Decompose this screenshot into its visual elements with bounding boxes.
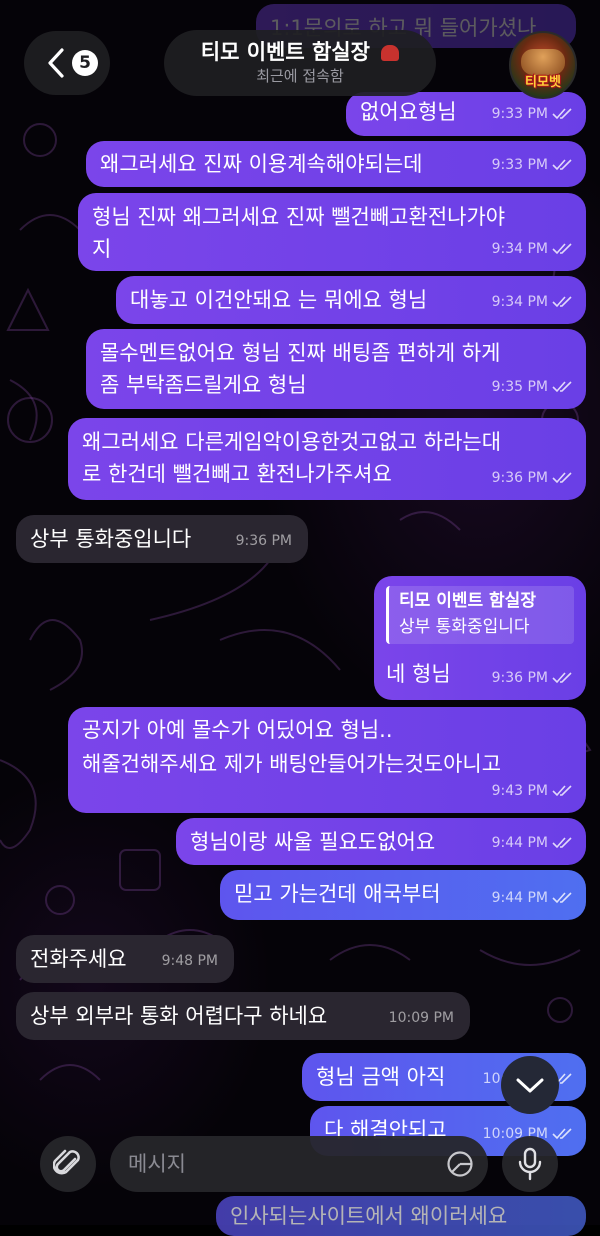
back-chevron-icon [48,48,64,78]
message-time: 9:36 PM [491,670,548,686]
message-meta: 10:09 PM [389,1002,454,1034]
message-meta: 9:44 PM [492,882,574,914]
message-meta: 9:33 PM [492,149,574,181]
message-bubble-incoming[interactable]: 전화주세요 9:48 PM [16,935,234,983]
message-meta: 9:48 PM [162,945,218,977]
message-time: 9:44 PM [491,890,548,906]
message-meta: 9:43 PM [492,775,574,807]
read-ticks-icon [552,1128,572,1140]
message-time: 9:34 PM [491,241,548,257]
message-time: 9:48 PM [161,953,218,969]
message-bubble-outgoing[interactable]: 없어요형님 9:33 PM [346,92,586,136]
message-meta: 9:35 PM [492,371,574,403]
reply-quote[interactable]: 티모 이벤트 함실장 상부 통화중입니다 [386,586,574,644]
voice-record-button[interactable] [502,1136,558,1192]
message-bubble-incoming[interactable]: 상부 통화중입니다 9:36 PM [16,515,308,563]
avatar-logo-text: 티모벳 [525,75,561,90]
read-ticks-icon [552,159,572,171]
message-time: 10:09 PM [388,1010,454,1026]
message-text: 인사되는사이트에서 왜이러세요 [230,1204,508,1228]
read-ticks-icon [552,243,572,255]
chat-status: 최근에 접속함 [256,67,344,85]
message-time: 9:34 PM [491,294,548,310]
message-bubble-outgoing[interactable]: 믿고 가는건데 애국부터 9:44 PM [220,870,586,920]
message-time: 9:35 PM [491,379,548,395]
read-ticks-icon [552,381,572,393]
message-time: 9:33 PM [491,106,548,122]
read-ticks-icon [552,672,572,684]
message-time: 9:43 PM [491,783,548,799]
avatar[interactable]: 티모벳 [509,31,577,99]
message-input[interactable]: 메시지 [110,1136,488,1192]
chat-title-pill[interactable]: 티모 이벤트 함실장 최근에 접속함 [164,30,436,96]
message-meta: 9:36 PM [236,525,292,557]
attach-paperclip-icon [53,1149,80,1175]
unread-count-badge: 5 [72,50,98,76]
message-meta: 9:44 PM [492,827,574,859]
sticker-icon[interactable] [446,1150,474,1178]
message-bubble-outgoing[interactable]: 공지가 아예 몰수가 어딨어요 형님.. 해줄건해주세요 제가 배팅안들어가는것… [68,707,586,813]
read-ticks-icon [552,837,572,849]
message-meta: 9:34 PM [492,233,574,265]
hat-emoji-icon [381,45,400,61]
message-bubble-outgoing[interactable]: 왜그러세요 진짜 이용계속해야되는데 9:33 PM [86,141,586,187]
quote-author: 티모 이벤트 함실장 [399,591,536,611]
message-meta: 9:36 PM [492,662,574,694]
message-time: 9:36 PM [491,470,548,486]
chat-title: 티모 이벤트 함실장 [164,38,436,66]
message-bubble-outgoing[interactable]: 형님 진짜 왜그러세요 진짜 뺄건빼고환전나가야 지 9:34 PM [78,193,586,271]
read-ticks-icon [552,472,572,484]
message-bubble-incoming[interactable]: 상부 외부라 통화 어렵다구 하네요 10:09 PM [16,992,470,1040]
read-ticks-icon [552,108,572,120]
read-ticks-icon [552,296,572,308]
message-bubble-outgoing[interactable]: 인사되는사이트에서 왜이러세요 [216,1196,586,1236]
back-button[interactable]: 5 [24,31,110,95]
message-meta: 9:34 PM [492,286,574,318]
message-bubble-reply[interactable]: 티모 이벤트 함실장 상부 통화중입니다 네 형님 9:36 PM [374,576,586,700]
scroll-down-button[interactable] [501,1056,559,1114]
message-meta: 9:33 PM [492,98,574,130]
read-ticks-icon [552,892,572,904]
microphone-icon [518,1147,542,1181]
attach-button[interactable] [40,1136,96,1192]
message-input-placeholder: 메시지 [128,1152,186,1176]
message-text: 공지가 아예 몰수가 어딨어요 형님.. 해줄건해주세요 제가 배팅안들어가는것… [82,718,502,776]
message-time: 9:44 PM [491,835,548,851]
read-ticks-icon [552,785,572,797]
message-bubble-outgoing[interactable]: 몰수멘트없어요 형님 진짜 배팅좀 편하게 하게 좀 부탁좀드릴게요 형님 9:… [86,329,586,409]
message-time: 9:33 PM [491,157,548,173]
chat-title-text: 티모 이벤트 함실장 [200,40,370,64]
message-bubble-outgoing[interactable]: 대놓고 이건안돼요 는 뭐에요 형님 9:34 PM [116,276,586,324]
message-bubble-outgoing[interactable]: 왜그러세요 다른게임악이용한것고없고 하라는대 로 한건데 뺄건빼고 환전나가주… [68,418,586,500]
message-bubble-outgoing[interactable]: 형님이랑 싸울 필요도없어요 9:44 PM [176,818,586,865]
message-meta: 9:36 PM [492,462,574,494]
quote-text: 상부 통화중입니다 [399,617,530,637]
scroll-down-chevron-icon [516,1078,544,1093]
message-time: 9:36 PM [235,533,292,549]
